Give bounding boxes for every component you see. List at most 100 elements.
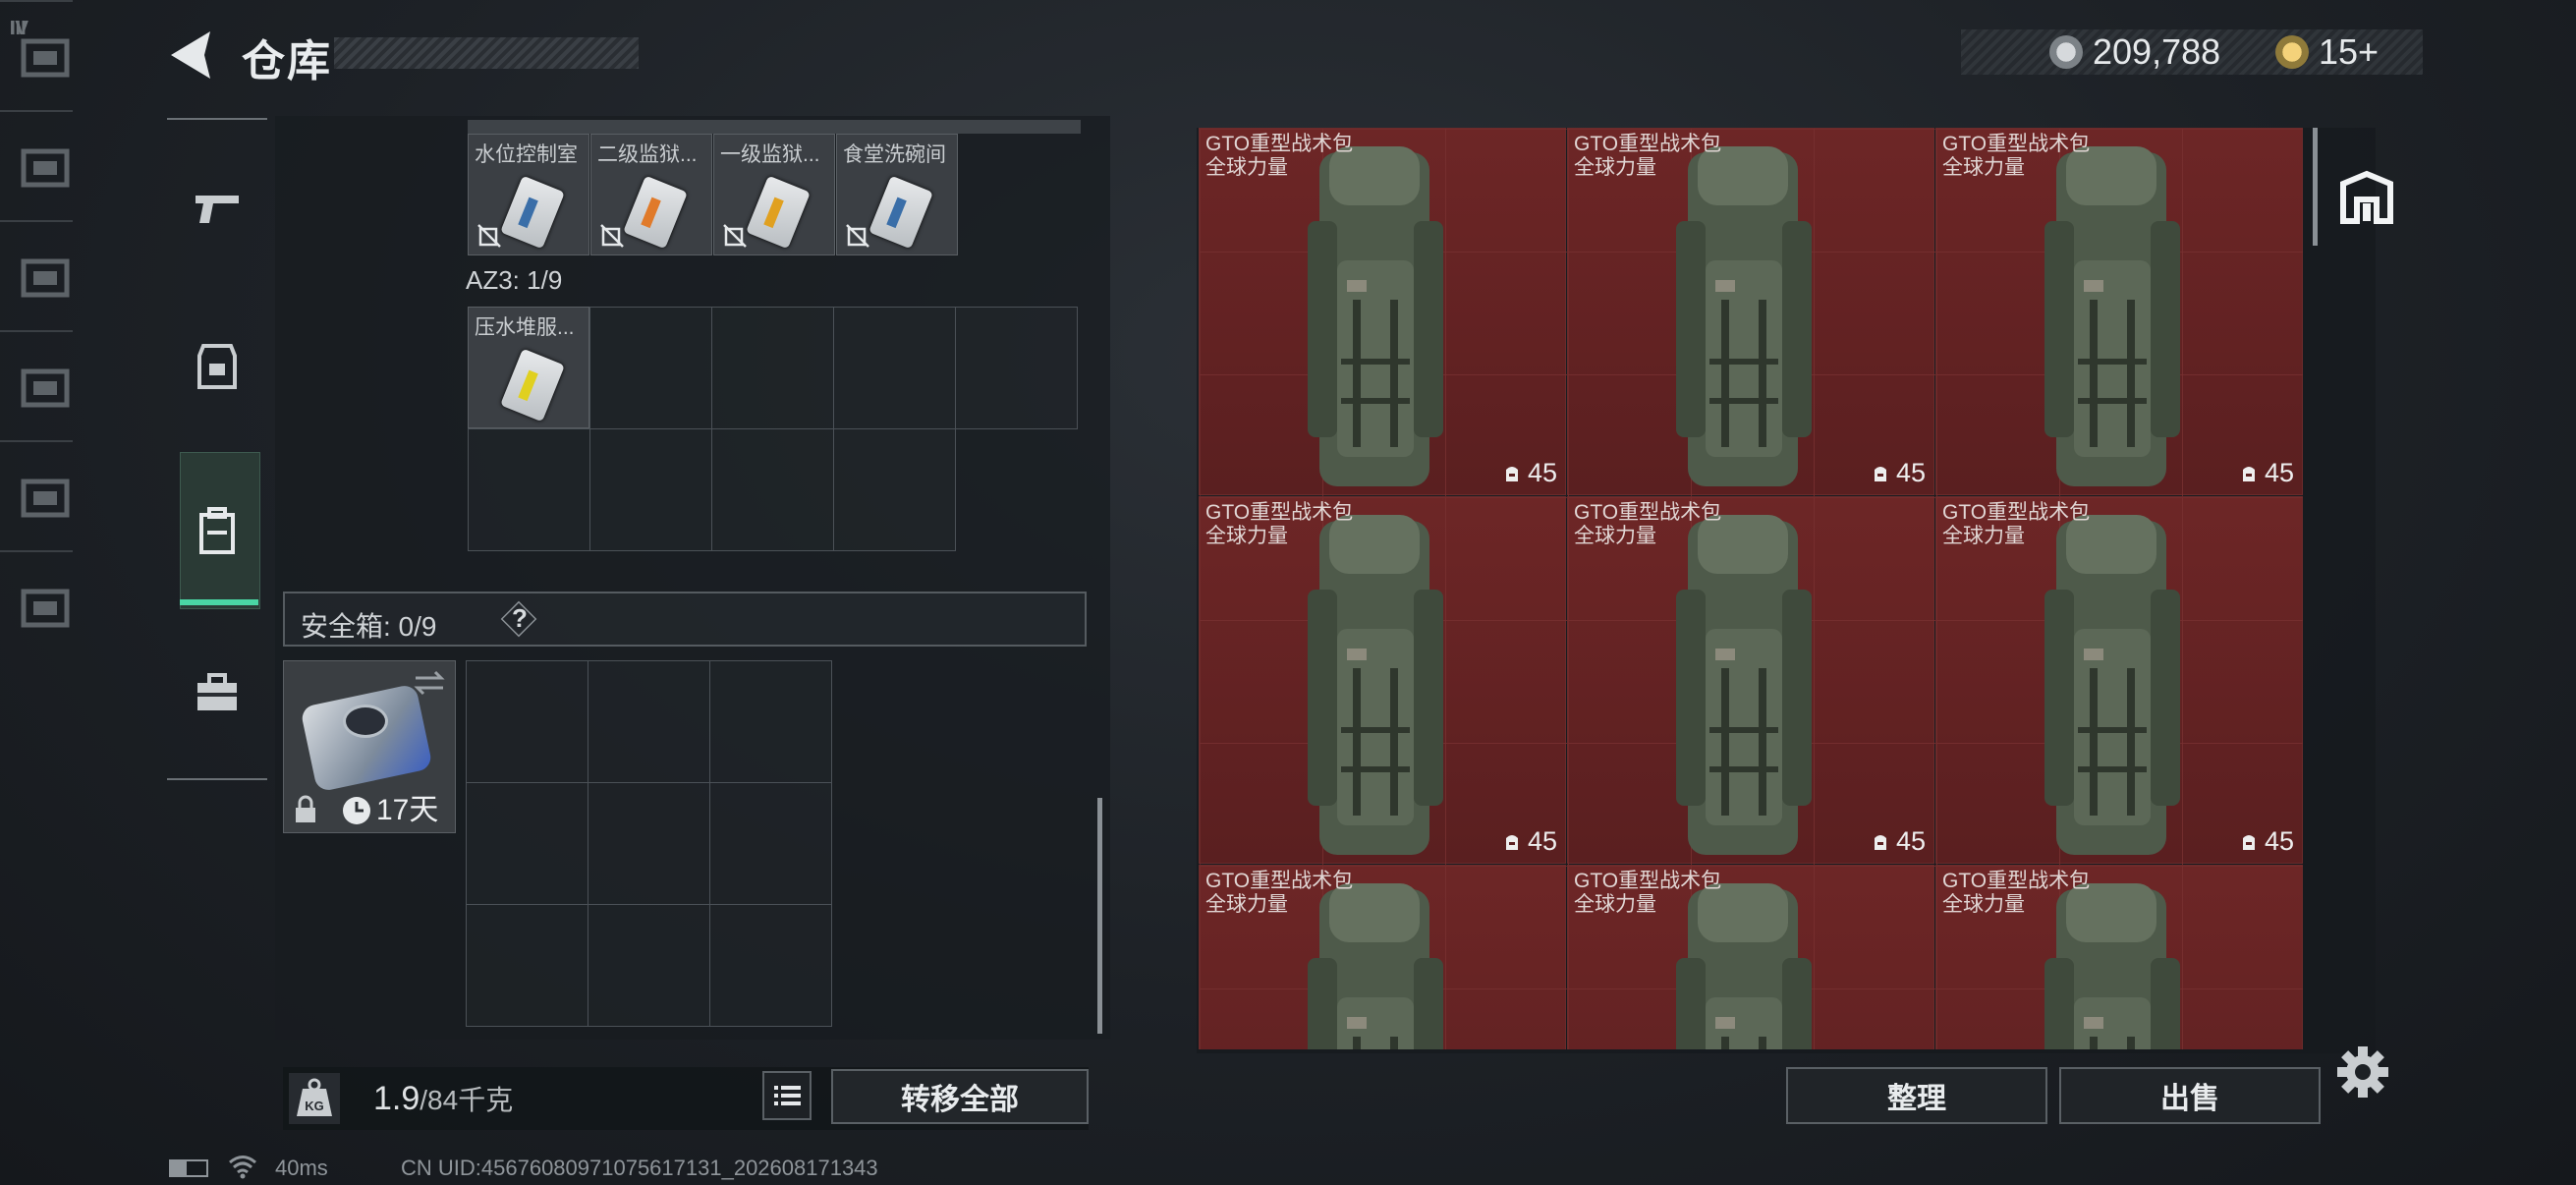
ping-readout: 40ms <box>275 1156 328 1180</box>
safe-box-label: 安全箱: 0/9 <box>301 611 437 642</box>
sub-slot <box>1814 866 1937 989</box>
backpack-icon <box>199 507 235 554</box>
item-faction: 全球力量 <box>1205 893 1288 916</box>
nav-briefcase[interactable] <box>181 656 253 729</box>
grid-slot[interactable] <box>955 307 1078 429</box>
filter-item[interactable]: III <box>0 18 88 660</box>
item-title: GTO重型战术包 <box>1205 133 1354 155</box>
sub-slot <box>1814 129 1937 253</box>
grid-slot[interactable] <box>589 428 712 551</box>
filter-item[interactable]: IV <box>0 18 88 440</box>
item-count-value: 45 <box>1895 458 1926 487</box>
svg-text:KG: KG <box>305 1099 324 1113</box>
storage-item[interactable]: GTO重型战术包 全球力量 45 <box>1199 496 1569 867</box>
item-label: 食堂洗碗间 <box>843 143 946 166</box>
item-count: 45 <box>1871 458 1926 488</box>
helmet-icon <box>197 344 237 389</box>
item-title: GTO重型战术包 <box>1942 133 2091 155</box>
safe-slot[interactable] <box>466 904 588 1027</box>
item-title: GTO重型战术包 <box>1942 870 2091 892</box>
item-count: 45 <box>1502 826 1557 857</box>
item-faction: 全球力量 <box>1574 156 1656 179</box>
grid-slot[interactable] <box>711 428 834 551</box>
sub-slot <box>2182 129 2303 253</box>
settings-button[interactable] <box>2332 1042 2393 1107</box>
safe-box-item[interactable]: 17天 <box>283 660 456 833</box>
item-name: GTO重型战术包 全球力量 <box>1574 501 1721 548</box>
weight-current: 1.9 <box>373 1080 420 1117</box>
nav-weapons[interactable] <box>181 173 253 246</box>
keycard-item[interactable]: 食堂洗碗间 <box>836 134 958 255</box>
item-count: 45 <box>2239 826 2294 857</box>
filter-item[interactable]: IV <box>0 18 88 330</box>
item-name: GTO重型战术包 全球力量 <box>1942 870 2090 917</box>
grid-slot[interactable] <box>833 428 956 551</box>
filter-item[interactable]: IV <box>0 18 88 220</box>
safe-slot[interactable] <box>588 782 710 905</box>
keycard-stripe <box>518 197 538 229</box>
item-name: GTO重型战术包 全球力量 <box>1205 870 1353 917</box>
item-count-value: 45 <box>1895 826 1926 856</box>
grid-slot[interactable] <box>833 307 956 429</box>
keycard-stripe <box>518 369 538 402</box>
keycard-item[interactable]: 二级监狱... <box>590 134 712 255</box>
wifi-icon <box>229 1156 256 1179</box>
safe-slot[interactable] <box>709 782 832 905</box>
grid-slot[interactable] <box>711 307 834 429</box>
battery-icon <box>169 1159 208 1177</box>
nav-active-indicator <box>180 599 258 605</box>
item-faction: 全球力量 <box>1574 525 1656 547</box>
sort-button[interactable]: 整理 <box>1786 1067 2047 1124</box>
storage-item[interactable]: GTO重型战术包 全球力量 45 <box>1199 128 1569 498</box>
capacity-icon <box>1505 466 1518 481</box>
transfer-all-button[interactable]: 转移全部 <box>831 1069 1089 1124</box>
storage-scrollbar[interactable] <box>2313 128 2318 246</box>
storage-item[interactable]: GTO重型战术包 全球力量 <box>1567 865 1937 1049</box>
filter-all[interactable] <box>2323 143 2411 252</box>
storage-item[interactable]: GTO重型战术包 全球力量 45 <box>1935 128 2303 498</box>
sell-button[interactable]: 出售 <box>2059 1067 2321 1124</box>
storage-item[interactable]: GTO重型战术包 全球力量 <box>1199 865 1569 1049</box>
safe-slot[interactable] <box>588 904 710 1027</box>
safe-slot[interactable] <box>466 782 588 905</box>
capacity-icon <box>1505 834 1518 850</box>
filter-item[interactable]: IV <box>0 18 88 550</box>
nav-backpack[interactable] <box>181 495 253 568</box>
grid-slot[interactable] <box>589 307 712 429</box>
item-faction: 全球力量 <box>1942 893 2025 916</box>
no-drop-icon <box>477 224 501 248</box>
storage-all-icon <box>2340 170 2393 224</box>
list-view-button[interactable] <box>762 1071 812 1120</box>
keycard-item[interactable]: 水位控制室 <box>468 134 589 255</box>
storage-item[interactable]: GTO重型战术包 全球力量 45 <box>1567 128 1937 498</box>
back-button[interactable] <box>165 28 224 83</box>
medkit-filter-icon <box>21 148 70 188</box>
keycard-stripe <box>886 197 907 229</box>
backpack-image <box>2044 146 2180 486</box>
sub-slot <box>2182 866 2303 989</box>
item-name: GTO重型战术包 全球力量 <box>1205 133 1353 180</box>
item-name: GTO重型战术包 全球力量 <box>1942 133 2090 180</box>
item-title: GTO重型战术包 <box>1205 501 1354 524</box>
safe-slot[interactable] <box>588 660 710 783</box>
sub-slot <box>1445 866 1569 989</box>
safe-slot[interactable] <box>709 660 832 783</box>
backpack-image <box>2044 515 2180 855</box>
keycard-item[interactable]: 压水堆服... <box>468 307 589 428</box>
storage-item[interactable]: GTO重型战术包 全球力量 45 <box>1935 496 2303 867</box>
storage-item[interactable]: GTO重型战术包 全球力量 <box>1935 865 2303 1049</box>
keycard-item[interactable]: 一级监狱... <box>713 134 835 255</box>
item-title: GTO重型战术包 <box>1205 870 1354 892</box>
previous-row-edge <box>468 120 1081 134</box>
filter-level: III <box>10 18 27 39</box>
grid-slot[interactable] <box>468 428 590 551</box>
safe-slot[interactable] <box>466 660 588 783</box>
nav-armor[interactable] <box>181 330 253 403</box>
safe-slot[interactable] <box>709 904 832 1027</box>
item-label: 水位控制室 <box>475 143 578 166</box>
sub-slot <box>1814 620 1937 744</box>
storage-item[interactable]: GTO重型战术包 全球力量 45 <box>1567 496 1937 867</box>
left-scrollbar[interactable] <box>1097 798 1102 1034</box>
briefcase-icon <box>197 673 237 710</box>
sub-slot <box>2182 497 2303 621</box>
